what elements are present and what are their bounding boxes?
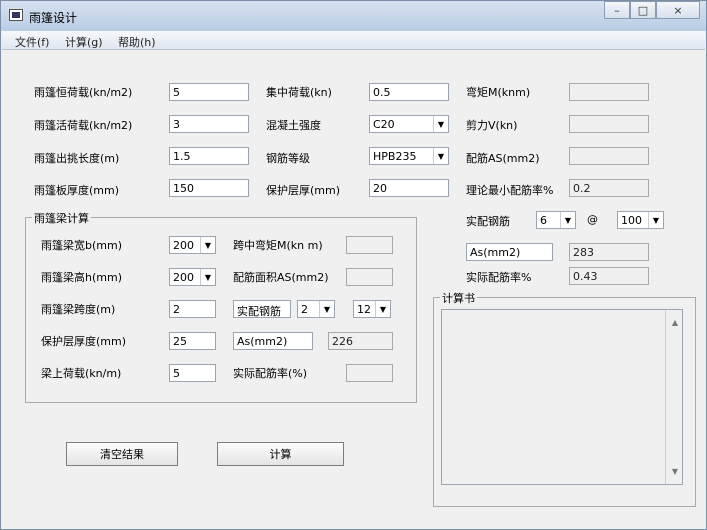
app-icon (9, 9, 23, 21)
chevron-down-icon: ▼ (200, 269, 215, 285)
chevron-down-icon: ▼ (560, 212, 575, 228)
menu-help[interactable]: 帮助(h) (118, 34, 156, 50)
as-output: 283 (569, 243, 649, 261)
rain-canopy-window: 雨篷设计 – □ × 文件(f) 计算(g) 帮助(h) 雨篷恒荷载(kn/m2… (0, 0, 707, 530)
point-load-input[interactable]: 0.5 (369, 83, 449, 101)
dead-load-input[interactable]: 5 (169, 83, 249, 101)
beam-load-label: 梁上荷载(kn/m) (41, 367, 122, 380)
window-controls: – □ × (604, 1, 700, 21)
moment-label: 弯矩M(knm) (466, 86, 531, 99)
menu-bar: 文件(f) 计算(g) 帮助(h) (2, 31, 705, 50)
beam-load-input[interactable]: 5 (169, 364, 216, 382)
beam-width-select[interactable]: 200 ▼ (169, 236, 216, 254)
beam-rebar-area-label: 配筋面积AS(mm2) (233, 271, 329, 284)
point-load-label: 集中荷载(kn) (266, 86, 332, 99)
overhang-label: 雨篷出挑长度(m) (34, 152, 120, 165)
rebar-grade-label: 钢筋等级 (266, 152, 310, 165)
close-icon: × (673, 3, 683, 17)
beam-actual-ratio-label: 实际配筋率(%) (233, 367, 308, 380)
beam-cover-label: 保护层厚度(mm) (41, 335, 127, 348)
minimize-icon: – (614, 3, 620, 17)
shear-output (569, 115, 649, 133)
span-moment-label: 跨中弯矩M(kn m) (233, 239, 323, 252)
menu-file[interactable]: 文件(f) (15, 34, 49, 50)
at-symbol: @ (587, 213, 598, 226)
beam-span-input[interactable]: 2 (169, 300, 216, 318)
beam-span-label: 雨篷梁跨度(m) (41, 303, 116, 316)
cover-thickness-label: 保护层厚(mm) (266, 184, 341, 197)
rebar-diameter-select[interactable]: 6 ▼ (536, 211, 576, 229)
maximize-button[interactable]: □ (630, 1, 656, 19)
shear-label: 剪力V(kn) (466, 119, 518, 132)
beam-rebar-diameter-select[interactable]: 12 ▼ (353, 300, 391, 318)
clear-results-button[interactable]: 清空结果 (66, 442, 178, 466)
slab-thickness-label: 雨篷板厚度(mm) (34, 184, 120, 197)
as-field[interactable]: As(mm2) (466, 243, 553, 261)
close-button[interactable]: × (656, 1, 700, 19)
overhang-input[interactable]: 1.5 (169, 147, 249, 165)
rebar-diameter-value: 6 (540, 214, 547, 227)
rebar-grade-value: HPB235 (373, 150, 417, 163)
beam-as-output: 226 (328, 332, 393, 350)
min-ratio-label: 理论最小配筋率% (466, 184, 554, 197)
moment-output (569, 83, 649, 101)
beam-group-title: 雨篷梁计算 (32, 210, 91, 226)
concrete-strength-label: 混凝土强度 (266, 119, 321, 132)
calc-book-scrollbar[interactable]: ▲ ▼ (665, 310, 682, 484)
scroll-up-icon[interactable]: ▲ (672, 318, 678, 327)
concrete-strength-value: C20 (373, 118, 395, 131)
min-ratio-output: 0.2 (569, 179, 649, 197)
beam-rebar-area-output (346, 268, 393, 286)
beam-width-label: 雨篷梁宽b(mm) (41, 239, 122, 252)
span-moment-output (346, 236, 393, 254)
calc-book-title: 计算书 (440, 290, 477, 306)
rebar-area-output (569, 147, 649, 165)
dead-load-label: 雨篷恒荷载(kn/m2) (34, 86, 133, 99)
beam-as-field[interactable]: As(mm2) (233, 332, 313, 350)
beam-height-label: 雨篷梁高h(mm) (41, 271, 122, 284)
beam-width-value: 200 (173, 239, 194, 252)
beam-actual-ratio-output (346, 364, 393, 382)
slab-thickness-input[interactable]: 150 (169, 179, 249, 197)
chevron-down-icon: ▼ (648, 212, 663, 228)
rebar-spacing-value: 100 (621, 214, 642, 227)
beam-rebar-count-value: 2 (301, 303, 308, 316)
actual-ratio-label: 实际配筋率% (466, 271, 532, 284)
beam-rebar-field[interactable]: 实配钢筋 (233, 300, 291, 318)
scroll-down-icon[interactable]: ▼ (672, 467, 678, 476)
title-bar: 雨篷设计 – □ × (1, 1, 706, 31)
beam-rebar-diameter-value: 12 (357, 303, 371, 316)
beam-height-value: 200 (173, 271, 194, 284)
menu-calculate[interactable]: 计算(g) (65, 34, 103, 50)
chevron-down-icon: ▼ (433, 148, 448, 164)
maximize-icon: □ (637, 3, 649, 17)
window-title: 雨篷设计 (29, 11, 78, 25)
rebar-grade-select[interactable]: HPB235 ▼ (369, 147, 449, 165)
rebar-area-label: 配筋AS(mm2) (466, 152, 540, 165)
calc-book-textarea[interactable]: ▲ ▼ (441, 309, 683, 485)
cover-thickness-input[interactable]: 20 (369, 179, 449, 197)
rebar-spacing-select[interactable]: 100 ▼ (617, 211, 664, 229)
chevron-down-icon: ▼ (433, 116, 448, 132)
live-load-label: 雨篷活荷载(kn/m2) (34, 119, 133, 132)
beam-rebar-count-select[interactable]: 2 ▼ (297, 300, 335, 318)
actual-ratio-output: 0.43 (569, 267, 649, 285)
minimize-button[interactable]: – (604, 1, 630, 19)
concrete-strength-select[interactable]: C20 ▼ (369, 115, 449, 133)
chevron-down-icon: ▼ (200, 237, 215, 253)
calculate-button[interactable]: 计算 (217, 442, 344, 466)
beam-cover-input[interactable]: 25 (169, 332, 216, 350)
beam-height-select[interactable]: 200 ▼ (169, 268, 216, 286)
live-load-input[interactable]: 3 (169, 115, 249, 133)
chevron-down-icon: ▼ (319, 301, 334, 317)
chevron-down-icon: ▼ (375, 301, 390, 317)
reinforcement-label: 实配钢筋 (466, 215, 510, 228)
